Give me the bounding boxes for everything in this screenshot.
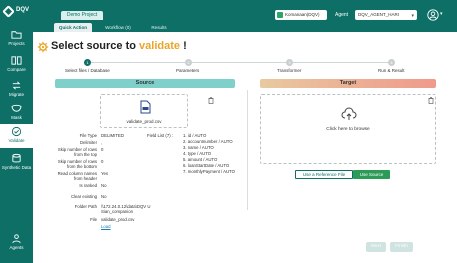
sidebar-item-label: Compare: [7, 67, 26, 72]
sidebar-item-label: Projects: [8, 41, 25, 46]
title-suffix: !: [183, 40, 187, 52]
gear-icon: [37, 41, 49, 53]
sidebar-item-projects[interactable]: Projects: [0, 29, 33, 51]
title-highlight: validate: [139, 40, 181, 52]
target-drop-zone[interactable]: Click here to browse: [260, 94, 436, 164]
page-title: Select source to validate !: [51, 40, 187, 52]
property-key: Delimiter: [80, 140, 97, 145]
step-label-transformer: Transformer: [277, 68, 302, 73]
app-logo[interactable]: DQV: [2, 5, 30, 18]
property-key: Skip number of rows from the bottom: [57, 159, 97, 169]
user-avatar-icon[interactable]: [427, 9, 439, 21]
workspace-icon: [277, 12, 283, 18]
field-item: 3. name / AUTO: [183, 145, 214, 150]
tab-quick-action[interactable]: Quick Action: [54, 23, 92, 32]
mask-icon: [11, 104, 22, 112]
sidebar-item-label: Mask: [11, 115, 22, 120]
sidebar: DQV Projects Compare Migrate Mask Valida…: [0, 0, 33, 263]
user-menu-chevron-icon[interactable]: ▾: [440, 11, 443, 17]
property-value: \\172.24.0.12\data\DQV U Sian_companion: [101, 204, 151, 214]
property-value: 0: [101, 147, 104, 152]
property-value: ,: [101, 140, 103, 145]
property-value: No: [101, 183, 107, 188]
property-key: File: [90, 217, 97, 222]
cloud-upload-icon: [341, 107, 357, 120]
property-value: No: [101, 194, 107, 199]
browse-text: Click here to browse: [326, 127, 370, 132]
property-value: Yes: [101, 171, 109, 176]
sidebar-item-migrate[interactable]: Migrate: [0, 80, 33, 102]
property-key: Read column names from header: [57, 171, 97, 181]
workspace-chip[interactable]: Komanaan(DQV): [275, 10, 327, 20]
logo-text: DQV: [16, 7, 30, 13]
property-key: Is ranked: [79, 183, 97, 188]
file-icon: [140, 100, 151, 114]
sidebar-item-label: Validate: [8, 138, 25, 143]
field-item: 2. accountnumber / AUTO: [183, 139, 233, 144]
next-button[interactable]: Next: [366, 242, 386, 252]
source-header: Source: [55, 79, 235, 88]
use-reference-file-button[interactable]: Use a Reference File: [295, 170, 353, 179]
workspace-chip-label: Komanaan(DQV): [285, 12, 320, 17]
step-dot-transformer[interactable]: 3: [286, 59, 293, 66]
source-file-name: validate_prod.csv: [126, 119, 162, 124]
field-list-label: Field List (7) :: [147, 133, 174, 138]
folder-icon: [11, 31, 22, 39]
chevron-down-icon: ▾: [411, 13, 414, 19]
source-file-card[interactable]: validate_prod.csv: [100, 94, 188, 128]
migrate-icon: [12, 81, 21, 90]
sidebar-item-mask[interactable]: Mask: [0, 103, 33, 125]
agent-select-value: DQV_AGENT_HARI: [358, 12, 400, 17]
main-content: Select source to validate ! 1 2 3 4 Sele…: [33, 32, 457, 263]
field-item: 1. id / AUTO: [183, 133, 207, 138]
title-prefix: Select source to: [51, 40, 136, 52]
validate-icon: [11, 126, 22, 137]
sidebar-item-label: Migrate: [8, 92, 24, 97]
project-tab[interactable]: Demo Project: [61, 11, 103, 20]
synthetic-data-icon: [12, 153, 21, 163]
step-label-parameters: Parameters: [176, 68, 200, 73]
field-item: 7. monthlyPayment / AUTO: [183, 169, 235, 174]
sidebar-item-agents[interactable]: Agents: [0, 233, 33, 255]
target-header: Target: [260, 79, 436, 88]
logo-mark-icon: [2, 5, 15, 18]
step-dot-parameters[interactable]: 2: [185, 59, 192, 66]
compare-icon: [11, 56, 22, 65]
property-value: 0: [101, 159, 104, 164]
step-label-select-files: Select files / Database: [65, 68, 110, 73]
trash-icon[interactable]: [208, 97, 214, 104]
property-key: Skip number of rows from the top: [57, 147, 97, 157]
stepper-track: [91, 62, 391, 63]
tab-results[interactable]: Results: [143, 23, 175, 32]
property-value: validate_prod.csv: [101, 217, 135, 222]
field-item: 6. loanStartDate / AUTO: [183, 163, 230, 168]
use-source-button[interactable]: Use Source: [353, 170, 390, 179]
sidebar-item-label: Synthetic Data: [1, 165, 32, 170]
step-dot-select-files[interactable]: 1: [84, 59, 91, 66]
field-item: 5. amount / AUTO: [183, 157, 218, 162]
agents-icon: [12, 234, 21, 244]
step-dot-run-result[interactable]: 4: [388, 59, 395, 66]
top-bar: Demo Project Quick Action Workflow (0) R…: [33, 0, 457, 32]
agent-label: Agent: [335, 12, 349, 18]
tab-workflow[interactable]: Workflow (0): [99, 23, 137, 32]
field-item: 4. type / AUTO: [183, 151, 212, 156]
load-link[interactable]: Load: [101, 224, 161, 229]
step-label-run-result: Run & Result: [378, 68, 405, 73]
panel-divider: [247, 90, 248, 210]
property-key: Folder Path: [74, 204, 97, 209]
property-key: File Type: [79, 133, 97, 138]
sidebar-item-synthetic-data[interactable]: Synthetic Data: [0, 153, 33, 181]
sidebar-item-compare[interactable]: Compare: [0, 55, 33, 77]
property-key: Clear existing: [70, 194, 97, 199]
finish-button[interactable]: Finish: [390, 242, 413, 252]
sidebar-item-label: Agents: [9, 245, 24, 250]
agent-select[interactable]: DQV_AGENT_HARI ▾: [355, 10, 417, 20]
trash-icon[interactable]: [428, 97, 434, 104]
sidebar-item-validate[interactable]: Validate: [0, 124, 33, 148]
